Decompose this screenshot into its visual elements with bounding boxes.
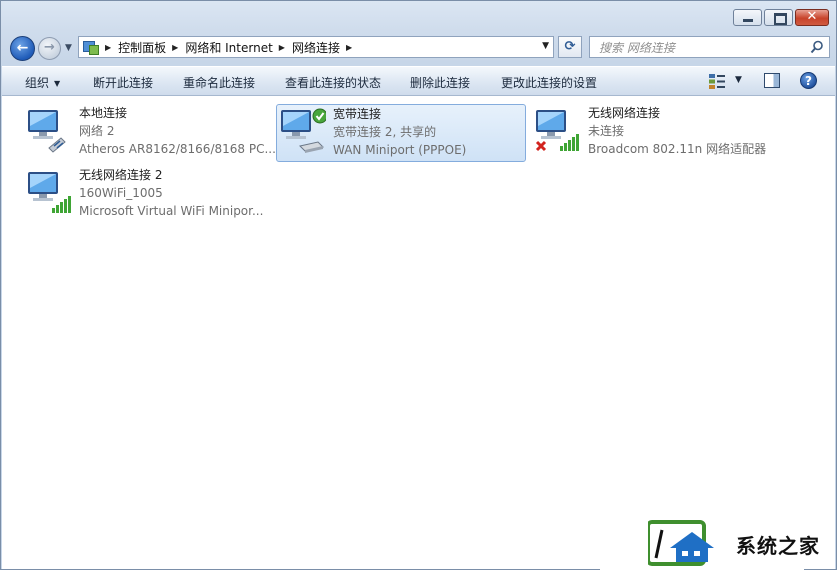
search-icon[interactable] [810, 40, 824, 54]
command-bar: 组织 ▼ 断开此连接 重命名此连接 查看此连接的状态 删除此连接 更改此连接的设置… [2, 66, 835, 96]
maximize-button[interactable] [764, 9, 793, 26]
delete-button[interactable]: 删除此连接 [410, 74, 470, 91]
organize-menu[interactable]: 组织 ▼ [25, 74, 60, 91]
refresh-icon: ⟳ [564, 39, 576, 54]
change-settings-button[interactable]: 更改此连接的设置 [501, 74, 597, 91]
broadband-connected-icon [281, 108, 326, 153]
connection-item-broadband[interactable]: 宽带连接 宽带连接 2, 共享的 WAN Miniport (PPPOE) [276, 104, 526, 162]
search-input[interactable] [597, 38, 801, 58]
connection-status: 网络 2 [79, 124, 115, 138]
connection-device: WAN Miniport (PPPOE) [333, 143, 467, 157]
connection-status: 未连接 [588, 124, 625, 138]
connection-name: 无线网络连接 2 [79, 168, 163, 182]
organize-label: 组织 [25, 76, 50, 90]
connection-device: Microsoft Virtual WiFi Minipor... [79, 204, 264, 218]
connection-text: 宽带连接 宽带连接 2, 共享的 WAN Miniport (PPPOE) [333, 105, 466, 159]
recent-pages-dropdown[interactable]: ▼ [65, 43, 72, 53]
caption-buttons: ✕ [733, 9, 829, 26]
breadcrumb-control-panel[interactable]: 控制面板 [118, 39, 166, 56]
connection-item-local[interactable]: 本地连接 网络 2 Atheros AR8162/8166/8168 PC... [23, 104, 276, 162]
refresh-button[interactable]: ⟳ [558, 36, 582, 58]
help-icon[interactable]: ? [800, 72, 817, 89]
connection-text: 本地连接 网络 2 Atheros AR8162/8166/8168 PC... [79, 104, 276, 158]
maximize-icon [774, 13, 787, 25]
wired-network-icon [28, 110, 66, 153]
control-panel-icon [83, 39, 99, 55]
breadcrumb-network-internet[interactable]: 网络和 Internet [185, 39, 272, 56]
connection-status: 160WiFi_1005 [79, 186, 163, 200]
connection-item-wireless-2[interactable]: 无线网络连接 2 160WiFi_1005 Microsoft Virtual … [23, 166, 273, 224]
breadcrumb-separator-icon[interactable]: ▶ [279, 43, 285, 52]
forward-button[interactable]: → [38, 37, 61, 60]
preview-pane-icon[interactable] [764, 73, 780, 88]
connection-device: Atheros AR8162/8166/8168 PC... [79, 142, 276, 156]
connection-text: 无线网络连接 未连接 Broadcom 802.11n 网络适配器 [588, 104, 766, 158]
search-box[interactable] [589, 36, 830, 58]
back-arrow-icon: ← [16, 40, 29, 56]
connection-name: 本地连接 [79, 106, 128, 120]
connection-text: 无线网络连接 2 160WiFi_1005 Microsoft Virtual … [79, 166, 263, 220]
connection-name: 无线网络连接 [588, 106, 661, 120]
back-button[interactable]: ← [10, 36, 35, 61]
watermark-text: 系统之家 [736, 534, 820, 558]
disconnect-button[interactable]: 断开此连接 [93, 74, 153, 91]
connection-item-wireless[interactable]: 无线网络连接 未连接 Broadcom 802.11n 网络适配器 [531, 104, 791, 162]
watermark-logo-icon [648, 520, 714, 566]
address-bar[interactable]: ▶ 控制面板 ▶ 网络和 Internet ▶ 网络连接 ▶ ▼ [78, 36, 554, 58]
close-icon: ✕ [806, 9, 818, 24]
breadcrumb-separator-icon[interactable]: ▶ [346, 43, 352, 52]
rename-button[interactable]: 重命名此连接 [183, 74, 255, 91]
connection-status: 宽带连接 2, 共享的 [333, 125, 437, 139]
wireless-network-icon [28, 172, 71, 213]
connection-device: Broadcom 802.11n 网络适配器 [588, 142, 767, 156]
breadcrumb-separator-icon[interactable]: ▶ [172, 43, 178, 52]
connection-name: 宽带连接 [333, 107, 382, 121]
view-status-button[interactable]: 查看此连接的状态 [285, 74, 381, 91]
wireless-disconnected-icon [535, 110, 579, 152]
forward-arrow-icon: → [44, 40, 55, 55]
breadcrumb-separator-icon[interactable]: ▶ [105, 43, 111, 52]
minimize-icon [743, 19, 753, 22]
address-dropdown-icon[interactable]: ▼ [542, 41, 549, 51]
view-options-dropdown-icon[interactable]: ▼ [735, 75, 742, 85]
breadcrumb-network-connections[interactable]: 网络连接 [292, 39, 340, 56]
change-view-icon[interactable] [709, 74, 725, 89]
chevron-down-icon: ▼ [54, 79, 61, 88]
close-button[interactable]: ✕ [795, 9, 829, 26]
minimize-button[interactable] [733, 9, 762, 26]
